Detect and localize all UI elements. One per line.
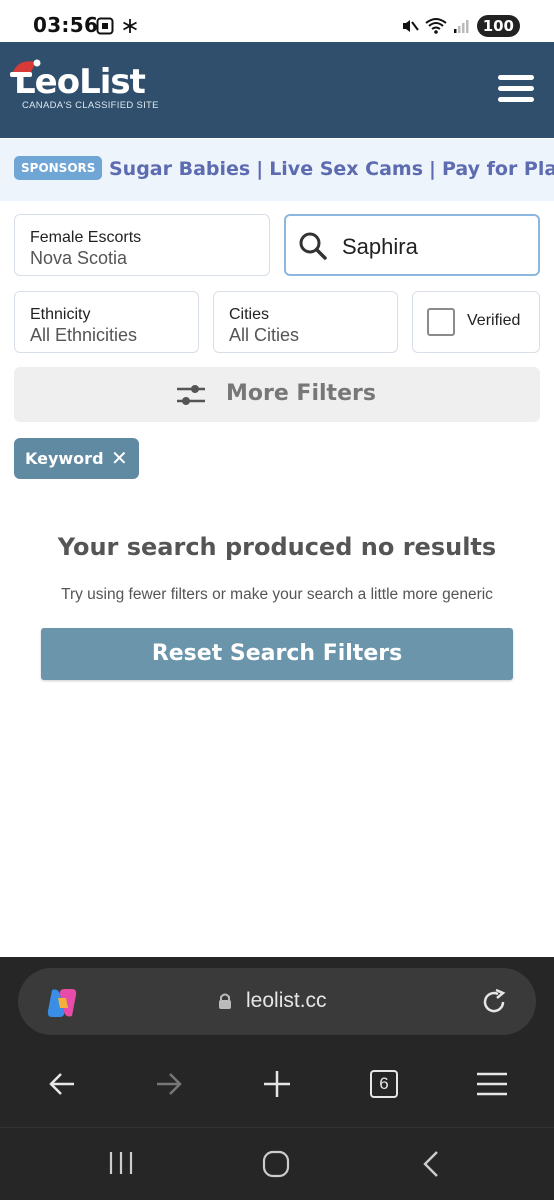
no-results-heading: Your search produced no results <box>57 533 497 561</box>
verified-label: Verified <box>467 312 521 329</box>
battery-indicator: 100 <box>476 15 520 37</box>
cities-value: All Cities <box>229 325 300 345</box>
lock-icon <box>219 993 231 1009</box>
page: 03:56 100 LeoList CANADA'S CLASSIFIED SI… <box>0 0 554 1200</box>
cities-select[interactable]: Cities All Cities <box>213 291 398 353</box>
forward-arrow-icon[interactable] <box>155 1067 183 1101</box>
sponsors-badge: SPONSORS <box>14 156 103 180</box>
search-input-value: Saphira <box>342 234 418 259</box>
status-right-icons: 100 <box>401 15 520 37</box>
cities-label: Cities <box>229 306 270 323</box>
category-label: Female Escorts <box>30 229 142 246</box>
sponsor-link-live-sex-cams[interactable]: Live Sex Cams <box>269 158 423 180</box>
reload-icon[interactable] <box>480 988 508 1016</box>
hamburger-menu-button[interactable] <box>498 75 534 105</box>
sponsor-separator: | <box>429 158 436 180</box>
no-results-hint: Try using fewer filters or make your sea… <box>61 586 493 603</box>
address-bar[interactable]: leolist.cc <box>18 968 536 1035</box>
status-bar: 03:56 100 <box>0 0 554 42</box>
browser-menu-icon[interactable] <box>476 1067 508 1101</box>
sponsor-link-pay-for-play[interactable]: Pay for Play <box>442 158 554 180</box>
wifi-icon <box>425 18 447 34</box>
ethnicity-select[interactable]: Ethnicity All Ethnicities <box>14 291 199 353</box>
logo-subtitle: CANADA'S CLASSIFIED SITE <box>22 100 159 111</box>
category-location-select[interactable]: Female Escorts Nova Scotia <box>14 214 270 276</box>
sliders-icon <box>177 385 205 405</box>
reset-search-filters-button[interactable]: Reset Search Filters <box>41 628 513 680</box>
signal-icon <box>453 20 469 33</box>
site-logo[interactable]: LeoList CANADA'S CLASSIFIED SITE <box>10 59 159 111</box>
status-time: 03:56 <box>33 13 99 37</box>
sponsor-separator: | <box>256 158 264 180</box>
status-left-icons <box>96 17 138 35</box>
more-filters-button[interactable]: More Filters <box>14 367 540 422</box>
menu-bar-icon <box>498 97 534 102</box>
browser-nav-row: 6 <box>0 1067 554 1107</box>
keyword-search-input[interactable]: Saphira <box>284 214 540 276</box>
tabs-count-button[interactable]: 6 <box>370 1070 398 1098</box>
ethnicity-label: Ethnicity <box>30 306 91 323</box>
new-tab-plus-icon[interactable] <box>262 1067 292 1101</box>
keyword-filter-chip: Keyword ✕ <box>14 438 139 479</box>
url-text: leolist.cc <box>246 989 327 1012</box>
mute-icon <box>402 20 419 32</box>
search-icon <box>299 232 327 260</box>
system-back-icon[interactable] <box>420 1150 442 1178</box>
menu-bar-icon <box>498 75 534 80</box>
menu-bar-icon <box>498 86 534 91</box>
verified-checkbox[interactable] <box>427 308 455 336</box>
browser-toolbar: leolist.cc 6 <box>0 957 554 1127</box>
more-filters-label: More Filters <box>226 381 376 406</box>
snowflake-icon <box>123 19 137 33</box>
location-value: Nova Scotia <box>30 248 128 268</box>
sponsor-link-sugar-babies[interactable]: Sugar Babies <box>109 158 250 180</box>
chip-label: Keyword <box>25 449 104 468</box>
ethnicity-value: All Ethnicities <box>30 325 138 345</box>
copilot-icon[interactable] <box>44 986 80 1020</box>
recent-apps-icon[interactable] <box>108 1150 134 1176</box>
sponsor-links: Sugar Babies|Live Sex Cams|Pay for Play <box>109 158 554 180</box>
santa-hat-icon <box>10 59 41 77</box>
home-icon[interactable] <box>262 1150 290 1178</box>
system-navigation-bar <box>0 1127 554 1200</box>
sponsors-bar: SPONSORS Sugar Babies | Live Sex Cams | Pay … <box>0 139 554 201</box>
screenshot-icon <box>96 17 114 35</box>
back-arrow-icon[interactable] <box>48 1067 76 1101</box>
remove-chip-close-icon[interactable]: ✕ <box>111 446 128 470</box>
verified-toggle[interactable]: Verified <box>412 291 540 353</box>
